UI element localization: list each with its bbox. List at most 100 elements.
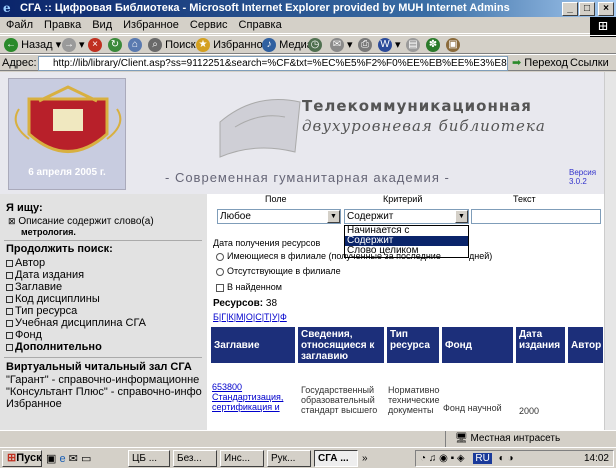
menu-help[interactable]: Справка <box>233 17 287 31</box>
ie-quick-icon[interactable]: e <box>59 453 65 465</box>
go-button[interactable]: ➡ Переход <box>512 56 568 69</box>
filter-discipline-code[interactable]: Код дисциплины <box>6 293 100 305</box>
messenger-icon: ✽ <box>426 38 440 52</box>
refresh-icon: ↻ <box>108 38 122 52</box>
record-id-link[interactable]: 653800 <box>212 382 296 392</box>
home-button[interactable]: ⌂ <box>128 38 142 52</box>
menu-tools[interactable]: Сервис <box>184 17 233 31</box>
history-button[interactable]: ◷ <box>308 38 322 52</box>
search-criterion[interactable]: ⊠ Описание содержит слово(а) <box>8 216 154 227</box>
start-button[interactable]: ⊞Пуск <box>2 450 42 467</box>
taskbar-app-active[interactable]: СГА ... <box>314 450 358 467</box>
filter-fund[interactable]: Фонд <box>6 329 42 341</box>
table-cell-fund: Фонд научной <box>443 403 502 413</box>
mail-button[interactable]: ✉ ▾ <box>330 38 353 53</box>
garant-link[interactable]: "Гарант" - справочно-информационне <box>6 374 199 386</box>
filter-more[interactable]: Дополнительно <box>6 341 102 353</box>
word-button[interactable]: W ▾ <box>378 38 401 53</box>
clock: 14:02 <box>583 453 609 464</box>
continue-heading: Продолжить поиск: <box>6 243 113 255</box>
go-arrow-icon: ➡ <box>512 57 522 69</box>
branch-absent-option[interactable]: Отсутствующие в филиале <box>216 266 341 276</box>
square-bullet-icon <box>6 307 13 315</box>
search-button[interactable]: ⌕ Поиск <box>148 38 196 52</box>
tray-icons-2[interactable]: ◐ ◑ <box>499 453 514 464</box>
filter-discipline[interactable]: Учебная дисциплина СГА <box>6 317 146 329</box>
checkbox-icon[interactable] <box>216 283 224 292</box>
tray-icons[interactable]: ◔ ♫ ◉ ▪ ◈ <box>420 453 465 464</box>
square-bullet-icon <box>6 283 13 291</box>
header-type[interactable]: Тип ресурса <box>387 327 440 363</box>
page-scrollbar[interactable] <box>604 72 616 430</box>
discuss-button[interactable]: ▤ <box>406 38 420 52</box>
header-fund[interactable]: Фонд <box>442 327 514 363</box>
language-indicator[interactable]: RU <box>473 453 492 464</box>
taskbar-overflow-icon[interactable]: » <box>362 453 368 464</box>
refresh-button[interactable]: ↻ <box>108 38 122 52</box>
maximize-button[interactable]: □ <box>579 2 595 16</box>
header-info[interactable]: Сведения, относящиеся к заглавию <box>298 327 385 363</box>
menu-edit[interactable]: Правка <box>38 17 86 31</box>
square-bullet-icon <box>6 319 13 327</box>
menu-view[interactable]: Вид <box>86 17 117 31</box>
favorites-icon: ★ <box>196 38 210 52</box>
library-header: 6 апреля 2005 г. Телекоммуникационная дв… <box>0 72 604 194</box>
record-title-link[interactable]: Стандартизация, сертификация и <box>212 392 296 412</box>
square-bullet-icon <box>6 343 13 351</box>
forward-button[interactable]: → ▾ <box>62 38 85 53</box>
desktop-icon[interactable]: ▣ <box>46 453 56 465</box>
status-bar: 🖥 Местная интрасеть <box>0 430 616 447</box>
print-button[interactable]: ⎙ <box>358 38 372 52</box>
taskbar-app-4[interactable]: Рук... <box>267 450 311 467</box>
research-button[interactable]: ▣ <box>446 38 460 52</box>
taskbar-app-2[interactable]: Без... <box>173 450 217 467</box>
square-bullet-icon <box>6 331 13 339</box>
header-author[interactable]: Автор <box>568 327 604 363</box>
window-title-bar: СГА :: Цифровая Библиотека - Microsoft I… <box>0 0 616 17</box>
taskbar-app-1[interactable]: ЦБ ... <box>128 450 170 467</box>
divider <box>4 240 202 241</box>
alphabet-index[interactable]: Б|Г|К|М|О|С|Т|У|Ф <box>213 312 287 322</box>
header-date[interactable]: Дата издания <box>516 327 566 363</box>
stop-button[interactable]: × <box>88 38 102 52</box>
windows-logo-icon: ⊞ <box>590 17 616 37</box>
back-button[interactable]: ← Назад ▾ <box>4 38 61 53</box>
quick-launch[interactable]: ▣ e ✉ ▭ <box>46 452 91 465</box>
taskbar: ⊞Пуск ▣ e ✉ ▭ ЦБ ... Без... Инс... Рук..… <box>0 447 616 468</box>
intranet-zone-icon: 🖥 <box>455 433 468 444</box>
consultant-link[interactable]: "Консультант Плюс" - справочно-инфо <box>6 386 202 398</box>
chevron-down-icon[interactable]: ▼ <box>455 210 468 223</box>
system-tray: ◔ ♫ ◉ ▪ ◈ RU ◐ ◑ 14:02 <box>415 450 614 467</box>
banner-title: Телекоммуникационная <box>302 97 532 115</box>
favorites-link[interactable]: Избранное <box>6 398 62 410</box>
taskbar-app-3[interactable]: Инс... <box>220 450 264 467</box>
media-button[interactable]: ♪ Медиа <box>262 38 313 52</box>
search-in-found-option[interactable]: В найденном <box>216 282 282 292</box>
messenger-button[interactable]: ✽ <box>426 38 440 52</box>
remove-x-icon: ⊠ <box>8 216 16 226</box>
filter-label: Дополнительно <box>15 341 102 353</box>
resources-label: Ресурсов: <box>213 298 264 309</box>
outlook-icon[interactable]: ✉ <box>69 453 78 465</box>
close-button[interactable]: × <box>598 2 614 16</box>
radio-icon[interactable] <box>216 267 224 276</box>
menu-favorites[interactable]: Избранное <box>117 17 184 31</box>
minimize-button[interactable]: _ <box>562 2 578 16</box>
field-select[interactable]: Любое ▼ <box>217 209 341 224</box>
menu-file[interactable]: Файл <box>0 17 38 31</box>
filter-title[interactable]: Заглавие <box>6 281 62 293</box>
address-input[interactable]: http://lib/library/Client.asp?ss=9112251… <box>38 56 508 71</box>
folder-icon[interactable]: ▭ <box>81 453 91 465</box>
links-button[interactable]: Ссылки <box>570 57 609 69</box>
branch-present-option[interactable]: Имеющиеся в филиале (полученные за после… <box>216 251 441 261</box>
search-text-input[interactable] <box>471 209 601 224</box>
criterion-select[interactable]: Содержит ▼ <box>344 209 469 224</box>
radio-icon[interactable] <box>216 252 224 261</box>
chevron-down-icon[interactable]: ▼ <box>327 210 340 223</box>
filter-date[interactable]: Дата издания <box>6 269 84 281</box>
favorites-button[interactable]: ★ Избранное <box>196 38 269 52</box>
filter-label: Автор <box>15 257 46 269</box>
header-title[interactable]: Заглавие <box>211 327 296 363</box>
filter-author[interactable]: Автор <box>6 257 45 269</box>
filter-resource-type[interactable]: Тип ресурса <box>6 305 77 317</box>
